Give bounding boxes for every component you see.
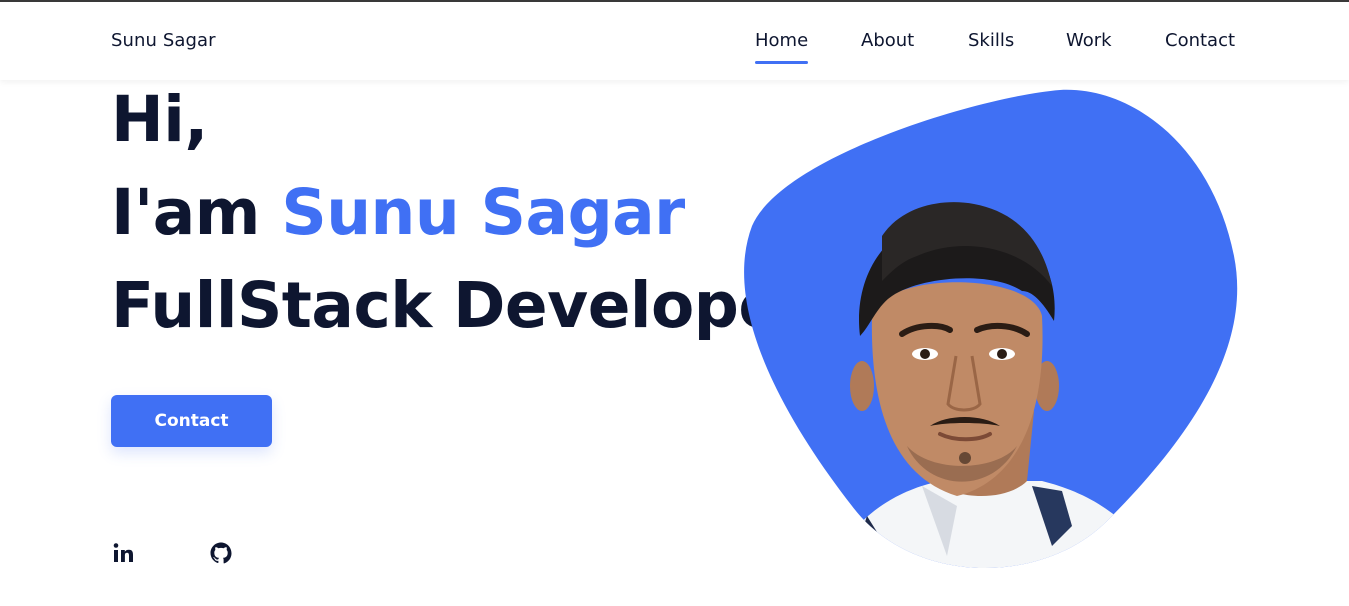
nav-contact[interactable]: Contact	[1165, 30, 1235, 52]
nav-work[interactable]: Work	[1066, 30, 1112, 52]
github-icon[interactable]	[208, 540, 234, 566]
site-header: Sunu Sagar Home About Skills Work Contac…	[0, 2, 1349, 80]
contact-button[interactable]: Contact	[111, 395, 272, 447]
hero-name: Sunu Sagar	[281, 176, 685, 249]
hero-role: FullStack Developer	[111, 269, 812, 342]
hero-greeting: Hi,	[111, 83, 208, 156]
hero-intro: I'am Sunu Sagar	[111, 175, 685, 251]
brand-logo-link[interactable]: Sunu Sagar	[111, 30, 216, 52]
hero-intro-prefix: I'am	[111, 176, 282, 249]
nav-about[interactable]: About	[861, 30, 914, 52]
active-underline	[755, 61, 808, 64]
github-icon-glyph	[210, 542, 232, 564]
nav-skills[interactable]: Skills	[968, 30, 1014, 52]
nav-home-active-indicator-wrap	[755, 30, 808, 64]
linkedin-icon[interactable]	[111, 540, 137, 566]
profile-photo	[744, 89, 1238, 569]
profile-photo-blob	[742, 86, 1240, 576]
linkedin-icon-glyph	[113, 543, 133, 562]
